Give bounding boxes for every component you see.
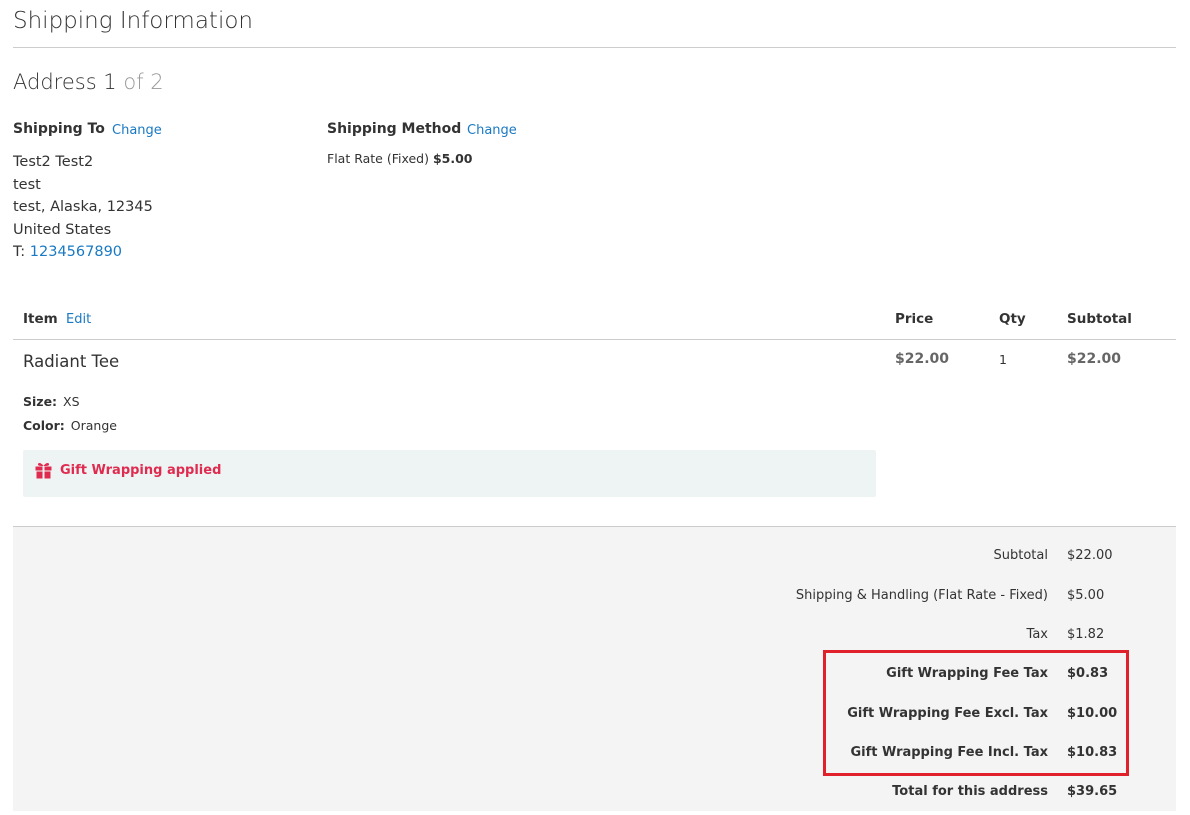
item-subtotal: $22.00: [1067, 351, 1122, 367]
shipping-method-name: Flat Rate (Fixed): [327, 151, 429, 166]
shipping-to-change-link[interactable]: Change: [112, 123, 162, 138]
totals-row-gift-wrapping-tax: Gift Wrapping Fee Tax $0.83: [13, 666, 1176, 686]
totals-panel: Subtotal $22.00 Shipping & Handling (Fla…: [13, 526, 1176, 811]
totals-value: $5.00: [1067, 588, 1105, 603]
gift-icon: [35, 463, 52, 479]
option-label: Size:: [23, 394, 58, 409]
totals-row-grand-total: Total for this address $39.65: [13, 784, 1176, 804]
edit-items-link[interactable]: Edit: [66, 312, 91, 327]
item-price: $22.00: [895, 351, 950, 367]
totals-row-subtotal: Subtotal $22.00: [13, 548, 1176, 568]
totals-value: $1.82: [1067, 627, 1105, 642]
totals-value: $22.00: [1067, 548, 1113, 563]
item-qty: 1: [999, 352, 1007, 367]
address-phone-line: T: 1234567890: [13, 241, 153, 264]
option-value: XS: [63, 394, 80, 409]
totals-label: Tax: [1026, 627, 1048, 642]
shipping-method-title: Shipping Method: [327, 121, 462, 137]
totals-label: Total for this address: [892, 784, 1048, 799]
address-line: Test2 Test2: [13, 154, 94, 170]
totals-label: Gift Wrapping Fee Incl. Tax: [850, 745, 1048, 760]
totals-value: $0.83: [1067, 666, 1109, 681]
address-line: test: [13, 176, 41, 193]
page-title: Shipping Information: [13, 8, 253, 34]
totals-label: Subtotal: [993, 548, 1048, 563]
item-option-size: Size: XS: [23, 394, 80, 409]
shipping-method-change-link[interactable]: Change: [467, 123, 517, 138]
item-option-color: Color: Orange: [23, 418, 117, 433]
shipping-method-price: $5.00: [432, 151, 473, 166]
shipping-to-title: Shipping To: [13, 121, 105, 137]
totals-row-shipping: Shipping & Handling (Flat Rate - Fixed) …: [13, 588, 1176, 608]
table-header-divider: [13, 339, 1176, 340]
shipping-address: Test2 Test2 test test, Alaska, 12345 Uni…: [13, 151, 153, 264]
totals-label: Shipping & Handling (Flat Rate - Fixed): [795, 588, 1048, 603]
address-number: Address 1: [13, 70, 117, 94]
address-heading: Address 1 of 2: [13, 70, 164, 94]
totals-row-tax: Tax $1.82: [13, 627, 1176, 647]
address-of-count: of 2: [123, 70, 164, 94]
gift-wrapping-label[interactable]: Gift Wrapping applied: [60, 463, 221, 478]
product-name: Radiant Tee: [23, 352, 120, 371]
phone-link[interactable]: 1234567890: [30, 244, 122, 260]
address-line: test, Alaska, 12345: [13, 199, 153, 215]
totals-label: Gift Wrapping Fee Tax: [886, 666, 1048, 681]
col-header-price: Price: [895, 311, 934, 327]
totals-value: $10.83: [1067, 745, 1118, 760]
col-header-subtotal: Subtotal: [1067, 311, 1132, 327]
address-line: United States: [13, 221, 112, 238]
col-header-item: Item: [23, 311, 58, 327]
totals-label: Gift Wrapping Fee Excl. Tax: [847, 706, 1048, 721]
phone-prefix: T:: [13, 244, 30, 260]
title-divider: [13, 47, 1176, 48]
totals-value: $10.00: [1067, 706, 1118, 721]
totals-row-gift-wrapping-excl-tax: Gift Wrapping Fee Excl. Tax $10.00: [13, 706, 1176, 726]
col-header-qty: Qty: [999, 311, 1026, 327]
totals-row-gift-wrapping-incl-tax: Gift Wrapping Fee Incl. Tax $10.83: [13, 745, 1176, 765]
option-value: Orange: [70, 418, 117, 433]
gift-wrapping-box[interactable]: Gift Wrapping applied: [23, 450, 876, 497]
option-label: Color:: [23, 418, 65, 433]
totals-value: $39.65: [1067, 784, 1118, 799]
shipping-method-value: Flat Rate (Fixed) $5.00: [327, 151, 473, 166]
